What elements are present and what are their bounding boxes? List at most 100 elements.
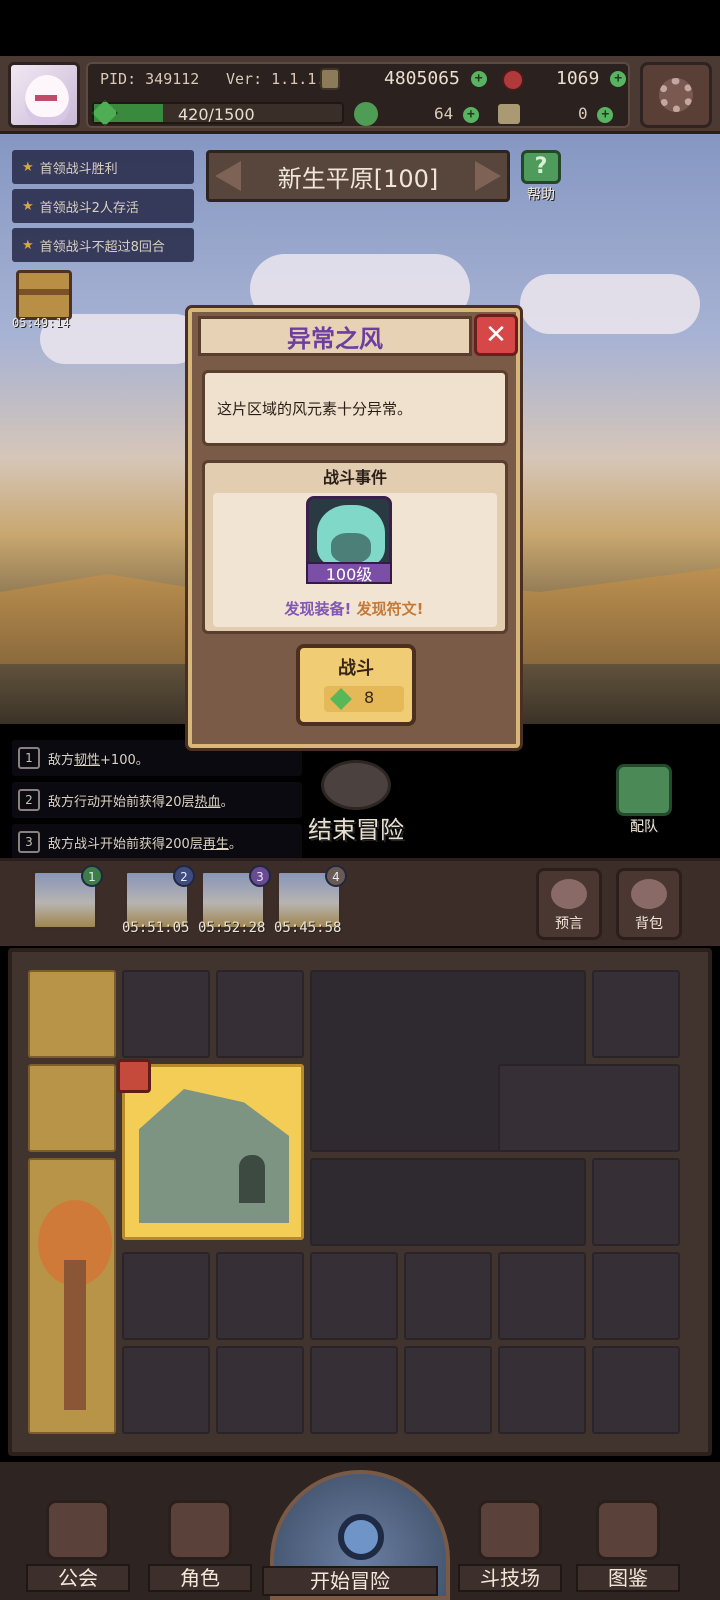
add-hammer-icon[interactable]: +: [597, 106, 614, 123]
map-tile[interactable]: [216, 970, 304, 1058]
team-setup-button[interactable]: 配队: [614, 764, 674, 836]
loot-info: 发现装备! 发现符文!: [192, 598, 516, 619]
star-icon: ★: [22, 159, 34, 175]
battle-event-title: 战斗事件: [322, 468, 387, 487]
map-tile[interactable]: [28, 1158, 116, 1434]
prophecy-button[interactable]: 预言: [536, 868, 602, 940]
map-tile[interactable]: [592, 970, 680, 1058]
dialog-title: 异常之风: [198, 316, 472, 356]
help-button[interactable]: ? 帮助: [516, 150, 566, 203]
hammer-icon: [498, 104, 520, 124]
map-tile[interactable]: [592, 1252, 680, 1340]
event-badge-icon: [117, 1059, 151, 1093]
map-tile[interactable]: [28, 1064, 116, 1152]
add-clover-icon[interactable]: +: [462, 106, 479, 123]
player-id: PID: 349112: [100, 70, 200, 88]
queue-timer: 05:52:28: [198, 920, 266, 936]
add-gold-icon[interactable]: +: [470, 71, 487, 87]
chest-timer: 05:49:14: [12, 316, 70, 330]
enemy-effects-list: 1 敌方 韧性 +100。 2 敌方行动开始前获得20层 热血。 3 敌方战斗开始前获…: [12, 740, 302, 866]
resource-panel: PID: 349112 Ver: 1.1.1.2 4805065 + 1069 …: [86, 62, 630, 128]
crystal-ball-icon: [551, 879, 587, 909]
effect-item: 3 敌方战斗开始前获得200层 再生。: [12, 824, 302, 860]
nav-guild[interactable]: 公会: [26, 1500, 130, 1592]
map-tile[interactable]: [216, 1252, 304, 1340]
map-grid: [8, 948, 712, 1456]
loot-equipment: 发现装备!: [284, 600, 352, 618]
door-icon: [239, 1155, 265, 1203]
map-tile[interactable]: [404, 1252, 492, 1340]
event-description: 这片区域的风元素十分异常。: [202, 370, 508, 446]
crossed-swords-icon: [478, 1500, 542, 1560]
monster-level: 100级: [306, 562, 392, 584]
map-tile[interactable]: [498, 1252, 586, 1340]
map-tile[interactable]: [498, 1346, 586, 1434]
map-tile[interactable]: [122, 1346, 210, 1434]
gold-amount: 4805065 +: [384, 68, 487, 89]
queue-slot[interactable]: 1: [32, 865, 103, 930]
close-button[interactable]: ✕: [474, 314, 518, 356]
map-tile[interactable]: [122, 1252, 210, 1340]
treasure-chest-icon[interactable]: [16, 270, 72, 320]
map-tile[interactable]: [310, 1158, 586, 1246]
quest-item: ★ 首领战斗胜利: [12, 150, 194, 184]
team-icon: [616, 764, 672, 816]
bag-button[interactable]: 背包: [616, 868, 682, 940]
nav-character[interactable]: 角色: [148, 1500, 252, 1592]
energy-gem-icon: [330, 688, 352, 710]
queue-timer: 05:51:05: [122, 920, 190, 936]
fight-cost: 8: [324, 686, 404, 712]
star-icon: ★: [22, 237, 34, 253]
magnifier-icon: [338, 1514, 384, 1560]
map-tile[interactable]: [216, 1346, 304, 1434]
cloud: [520, 274, 700, 334]
loot-rune: 发现符文!: [356, 600, 424, 618]
map-tile[interactable]: [310, 1346, 398, 1434]
effect-item: 2 敌方行动开始前获得20层 热血。: [12, 782, 302, 818]
nav-codex[interactable]: 图鉴: [576, 1500, 680, 1592]
close-icon: ✕: [485, 320, 507, 350]
map-tile[interactable]: [404, 1346, 492, 1434]
map-tile[interactable]: [122, 970, 210, 1058]
tree-trunk: [64, 1260, 86, 1410]
hammer-amount: 0 +: [578, 104, 614, 134]
map-tile[interactable]: [310, 1252, 398, 1340]
end-adventure-button[interactable]: 结束冒险: [300, 760, 412, 844]
event-dialog: 异常之风 ✕ 这片区域的风元素十分异常。 战斗事件 100级 发现装备! 发现符…: [188, 308, 520, 748]
queue-timer: 05:45:58: [274, 920, 342, 936]
map-tile[interactable]: [28, 970, 116, 1058]
player-avatar[interactable]: [8, 62, 80, 128]
area-title-banner: 新生平原[100]: [206, 150, 510, 202]
energy-value: 420/1500: [178, 105, 255, 124]
game-version: Ver: 1.1.1.2: [226, 70, 335, 88]
gem-amount: 1069 +: [556, 68, 627, 89]
boss-quest-list: ★ 首领战斗胜利 ★ 首领战斗2人存活 ★ 首领战斗不超过8回合: [12, 150, 194, 267]
map-tile[interactable]: [592, 1158, 680, 1246]
current-location-tile[interactable]: [117, 1059, 304, 1240]
gear-icon: [659, 78, 693, 112]
quest-item: ★ 首领战斗不超过8回合: [12, 228, 194, 262]
nav-arena[interactable]: 斗技场: [458, 1500, 562, 1592]
quest-item: ★ 首领战斗2人存活: [12, 189, 194, 223]
backpack-icon: [631, 879, 667, 909]
star-icon: ★: [22, 198, 34, 214]
clover-amount: 64 +: [434, 104, 479, 134]
map-tile[interactable]: [498, 1064, 680, 1152]
clover-icon: [354, 102, 378, 126]
return-arrows-icon: [321, 760, 391, 810]
guild-icon: [46, 1500, 110, 1560]
status-bar: [0, 0, 720, 56]
character-icon: [168, 1500, 232, 1560]
temple-icon: [139, 1089, 289, 1223]
start-adventure-button[interactable]: 开始冒险: [262, 1566, 438, 1596]
add-gem-icon[interactable]: +: [610, 71, 627, 87]
adventure-queue: [0, 858, 720, 946]
map-tile[interactable]: [592, 1346, 680, 1434]
settings-button[interactable]: [640, 62, 712, 128]
energy-bar: 420/1500: [92, 100, 344, 126]
codex-book-icon: [596, 1500, 660, 1560]
top-header: PID: 349112 Ver: 1.1.1.2 4805065 + 1069 …: [0, 56, 720, 134]
coin-icon: [320, 68, 340, 90]
fight-button[interactable]: 战斗 8: [296, 644, 416, 726]
question-icon: ?: [521, 150, 561, 184]
